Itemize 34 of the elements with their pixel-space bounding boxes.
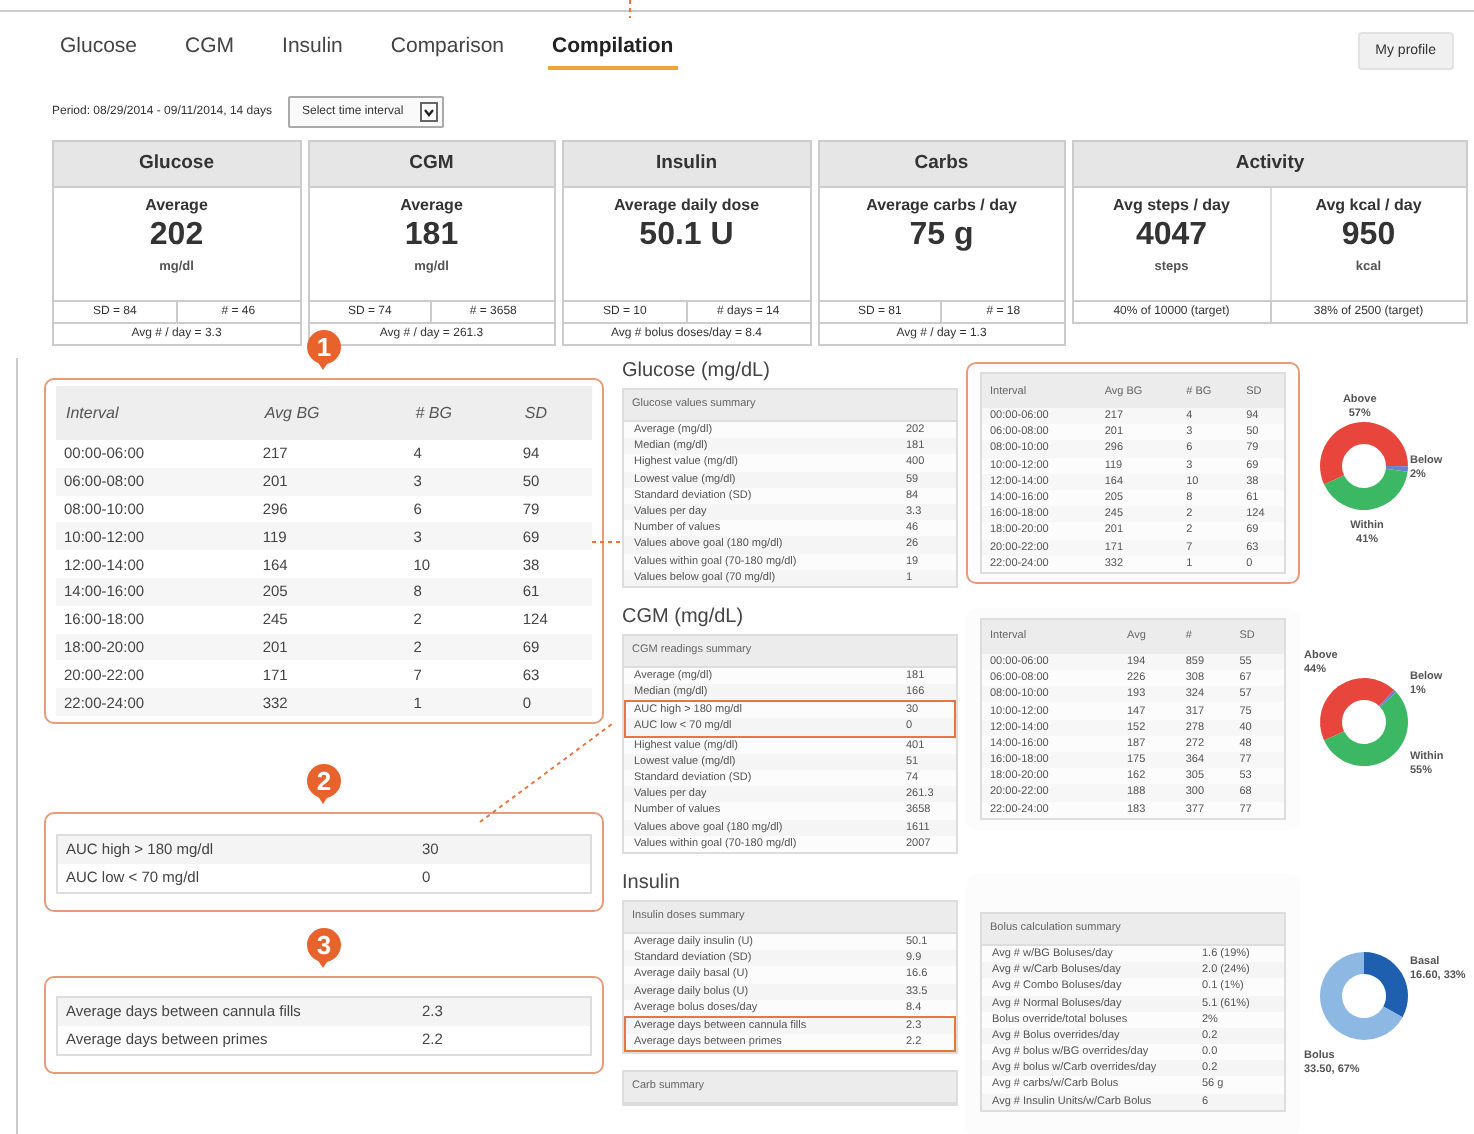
leader-line	[479, 723, 613, 823]
metric-value: 950	[1341, 218, 1396, 254]
metric-label: Average	[145, 196, 208, 214]
metric-value: 181	[404, 218, 459, 254]
card-title: CGM	[309, 142, 554, 188]
tab[interactable]: Glucose	[56, 30, 142, 70]
card-title: Insulin	[564, 142, 809, 188]
tab[interactable]: Compilation	[548, 30, 678, 70]
card-title: Activity	[1074, 142, 1466, 188]
column-header: # BG	[405, 386, 515, 440]
tab[interactable]: CGM	[181, 30, 239, 70]
column-header: Avg BG	[254, 386, 406, 440]
section-heading: Glucose (mg/dL)	[622, 358, 772, 386]
metric-label: Average daily dose	[613, 196, 760, 214]
caret-icon	[419, 102, 438, 122]
metric-label: Avg kcal / day	[1315, 196, 1422, 214]
section-heading: Insulin	[622, 869, 682, 898]
card-title: Glucose	[54, 142, 299, 188]
tab[interactable]: Insulin	[278, 30, 347, 70]
column-header: Interval	[56, 386, 255, 440]
leader-line	[629, 0, 631, 19]
section-heading: CGM (mg/dL)	[622, 603, 746, 632]
metric-label: Average	[400, 196, 463, 214]
column-header: SD	[514, 386, 592, 440]
metric-label: Average carbs / day	[866, 196, 1017, 214]
number-marker: 3	[307, 927, 341, 962]
tab[interactable]: Comparison	[386, 30, 508, 70]
card-title: Carbs	[819, 142, 1064, 188]
metric-value: 50.1 U	[639, 218, 734, 254]
metric-value: 4047	[1135, 218, 1208, 254]
metric-label: Avg steps / day	[1113, 196, 1230, 214]
metric-value: 75 g	[909, 218, 974, 254]
number-marker: 2	[307, 763, 341, 798]
metric-value: 202	[149, 218, 204, 254]
